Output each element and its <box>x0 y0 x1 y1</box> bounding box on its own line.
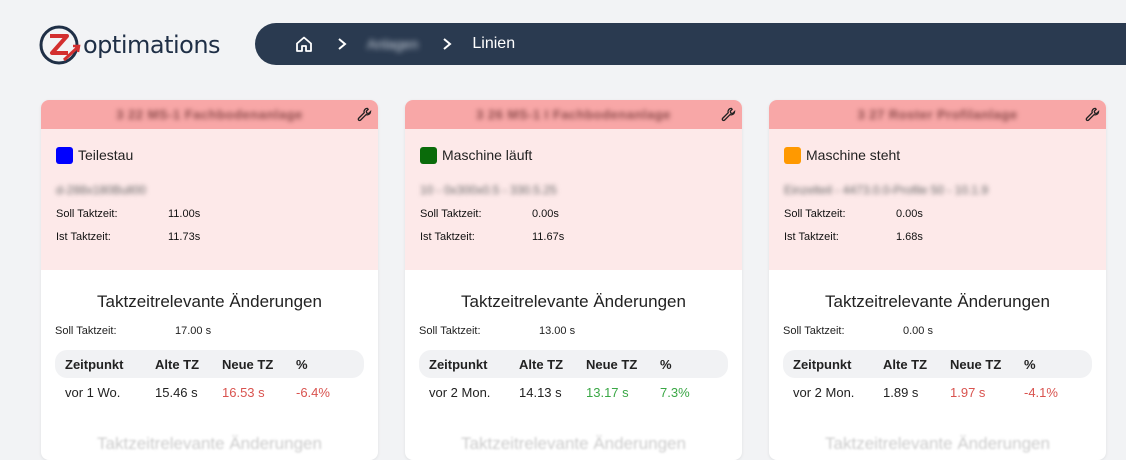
soll-taktzeit-label: Soll Taktzeit: <box>419 325 481 337</box>
cell-percent: 7.3% <box>660 384 690 400</box>
col-neue-tz: Neue TZ <box>222 356 274 372</box>
article-number: 10 - 0x300x0.5 - 330.5.25 <box>420 183 557 197</box>
ist-taktzeit-label: Ist Taktzeit: <box>56 231 111 243</box>
soll-taktzeit-value: 0.00s <box>896 208 923 220</box>
cell-zeitpunkt: vor 2 Mon. <box>793 384 855 400</box>
changes-table: Zeitpunkt Alte TZ Neue TZ % vor 1 Wo. 15… <box>55 350 364 406</box>
soll-taktzeit-label: Soll Taktzeit: <box>783 325 845 337</box>
status-color-swatch <box>420 146 437 164</box>
col-percent: % <box>660 356 672 372</box>
wrench-icon[interactable] <box>721 107 736 122</box>
ist-taktzeit-label: Ist Taktzeit: <box>420 231 475 243</box>
table-row: vor 2 Mon. 14.13 s 13.17 s 7.3% <box>419 378 728 406</box>
col-percent: % <box>296 356 308 372</box>
cell-alte-tz: 1.89 s <box>883 384 919 400</box>
table-header: Zeitpunkt Alte TZ Neue TZ % <box>55 350 364 378</box>
table-header: Zeitpunkt Alte TZ Neue TZ % <box>419 350 728 378</box>
brand-name: optimations <box>83 31 221 59</box>
col-alte-tz: Alte TZ <box>883 356 928 372</box>
cell-alte-tz: 14.13 s <box>519 384 562 400</box>
changes-section: Taktzeitrelevante Änderungen Soll Taktze… <box>769 270 1106 454</box>
status-label: Maschine läuft <box>442 147 533 163</box>
status-label: Teilestau <box>78 147 134 163</box>
wrench-icon[interactable] <box>1085 107 1100 122</box>
card-title: 3 26 MS-1 I Fachbodenanlage <box>476 107 671 122</box>
top-bar: optimations Anlagen Linien <box>0 0 1126 90</box>
col-alte-tz: Alte TZ <box>519 356 564 372</box>
home-icon[interactable] <box>295 35 313 53</box>
soll-taktzeit-label: Soll Taktzeit: <box>55 325 117 337</box>
cell-percent: -4.1% <box>1024 384 1058 400</box>
soll-taktzeit-value: 0.00s <box>532 208 559 220</box>
line-card[interactable]: 3 22 MS-1 Fachbodenanlage Teilestau d-28… <box>41 100 378 460</box>
soll-taktzeit-label: Soll Taktzeit: <box>784 208 846 220</box>
cell-neue-tz: 13.17 s <box>586 384 629 400</box>
col-zeitpunkt: Zeitpunkt <box>429 356 488 372</box>
status-panel: Teilestau d-288x180Bull00 Soll Taktzeit:… <box>41 129 378 270</box>
section-title: Taktzeitrelevante Änderungen <box>97 292 322 311</box>
soll-taktzeit-label: Soll Taktzeit: <box>420 208 482 220</box>
cell-zeitpunkt: vor 1 Wo. <box>65 384 121 400</box>
card-title: 3 22 MS-1 Fachbodenanlage <box>116 107 303 122</box>
soll-taktzeit-label: Soll Taktzeit: <box>56 208 118 220</box>
card-header: 3 27 Roster Profilanlage <box>769 100 1106 129</box>
changes-table: Zeitpunkt Alte TZ Neue TZ % vor 2 Mon. 1… <box>419 350 728 406</box>
card-header: 3 22 MS-1 Fachbodenanlage <box>41 100 378 129</box>
status-color-swatch <box>784 146 801 164</box>
change-soll-value: 13.00 s <box>539 325 576 337</box>
ist-taktzeit-value: 11.73s <box>168 231 201 243</box>
wrench-icon[interactable] <box>357 107 372 122</box>
table-row: vor 1 Wo. 15.46 s 16.53 s -6.4% <box>55 378 364 406</box>
status-color-swatch <box>56 146 73 164</box>
breadcrumb: Anlagen Linien <box>255 23 1126 65</box>
col-neue-tz: Neue TZ <box>586 356 638 372</box>
section-title: Taktzeitrelevante Änderungen <box>461 292 686 311</box>
line-card[interactable]: 3 27 Roster Profilanlage Maschine steht … <box>769 100 1106 460</box>
changes-table: Zeitpunkt Alte TZ Neue TZ % vor 2 Mon. 1… <box>783 350 1092 406</box>
changes-section: Taktzeitrelevante Änderungen Soll Taktze… <box>405 270 742 454</box>
card-header: 3 26 MS-1 I Fachbodenanlage <box>405 100 742 129</box>
breadcrumb-current: Linien <box>472 35 516 52</box>
cell-neue-tz: 1.97 s <box>950 384 986 400</box>
change-soll-value: 0.00 s <box>903 325 933 337</box>
status-panel: Maschine steht Einzelteil - 4473.0.0-Pro… <box>769 129 1106 270</box>
logo-z-icon <box>39 25 81 65</box>
table-header: Zeitpunkt Alte TZ Neue TZ % <box>783 350 1092 378</box>
brand-logo[interactable]: optimations <box>38 22 221 68</box>
article-number: d-288x180Bull00 <box>56 183 147 197</box>
cell-alte-tz: 15.46 s <box>155 384 198 400</box>
next-section-title: Taktzeitrelevante Änderungen <box>97 434 322 453</box>
line-card[interactable]: 3 26 MS-1 I Fachbodenanlage Maschine läu… <box>405 100 742 460</box>
table-row: vor 2 Mon. 1.89 s 1.97 s -4.1% <box>783 378 1092 406</box>
cell-percent: -6.4% <box>296 384 330 400</box>
ist-taktzeit-value: 11.67s <box>532 231 565 243</box>
ist-taktzeit-label: Ist Taktzeit: <box>784 231 839 243</box>
chevron-right-icon <box>338 38 347 50</box>
next-section-title: Taktzeitrelevante Änderungen <box>825 434 1050 453</box>
cell-neue-tz: 16.53 s <box>222 384 265 400</box>
cell-zeitpunkt: vor 2 Mon. <box>429 384 491 400</box>
soll-taktzeit-value: 11.00s <box>168 208 201 220</box>
status-label: Maschine steht <box>806 147 901 163</box>
card-title: 3 27 Roster Profilanlage <box>857 107 1018 122</box>
breadcrumb-item-anlagen[interactable]: Anlagen <box>367 36 418 52</box>
ist-taktzeit-value: 1.68s <box>896 231 923 243</box>
status-panel: Maschine läuft 10 - 0x300x0.5 - 330.5.25… <box>405 129 742 270</box>
col-neue-tz: Neue TZ <box>950 356 1002 372</box>
change-soll-value: 17.00 s <box>175 325 212 337</box>
col-zeitpunkt: Zeitpunkt <box>793 356 852 372</box>
next-section-title: Taktzeitrelevante Änderungen <box>461 434 686 453</box>
changes-section: Taktzeitrelevante Änderungen Soll Taktze… <box>41 270 378 454</box>
section-title: Taktzeitrelevante Änderungen <box>825 292 1050 311</box>
col-percent: % <box>1024 356 1036 372</box>
chevron-right-icon <box>443 38 452 50</box>
article-number: Einzelteil - 4473.0.0-Profile 50 - 10.1.… <box>784 183 989 197</box>
col-alte-tz: Alte TZ <box>155 356 200 372</box>
col-zeitpunkt: Zeitpunkt <box>65 356 124 372</box>
